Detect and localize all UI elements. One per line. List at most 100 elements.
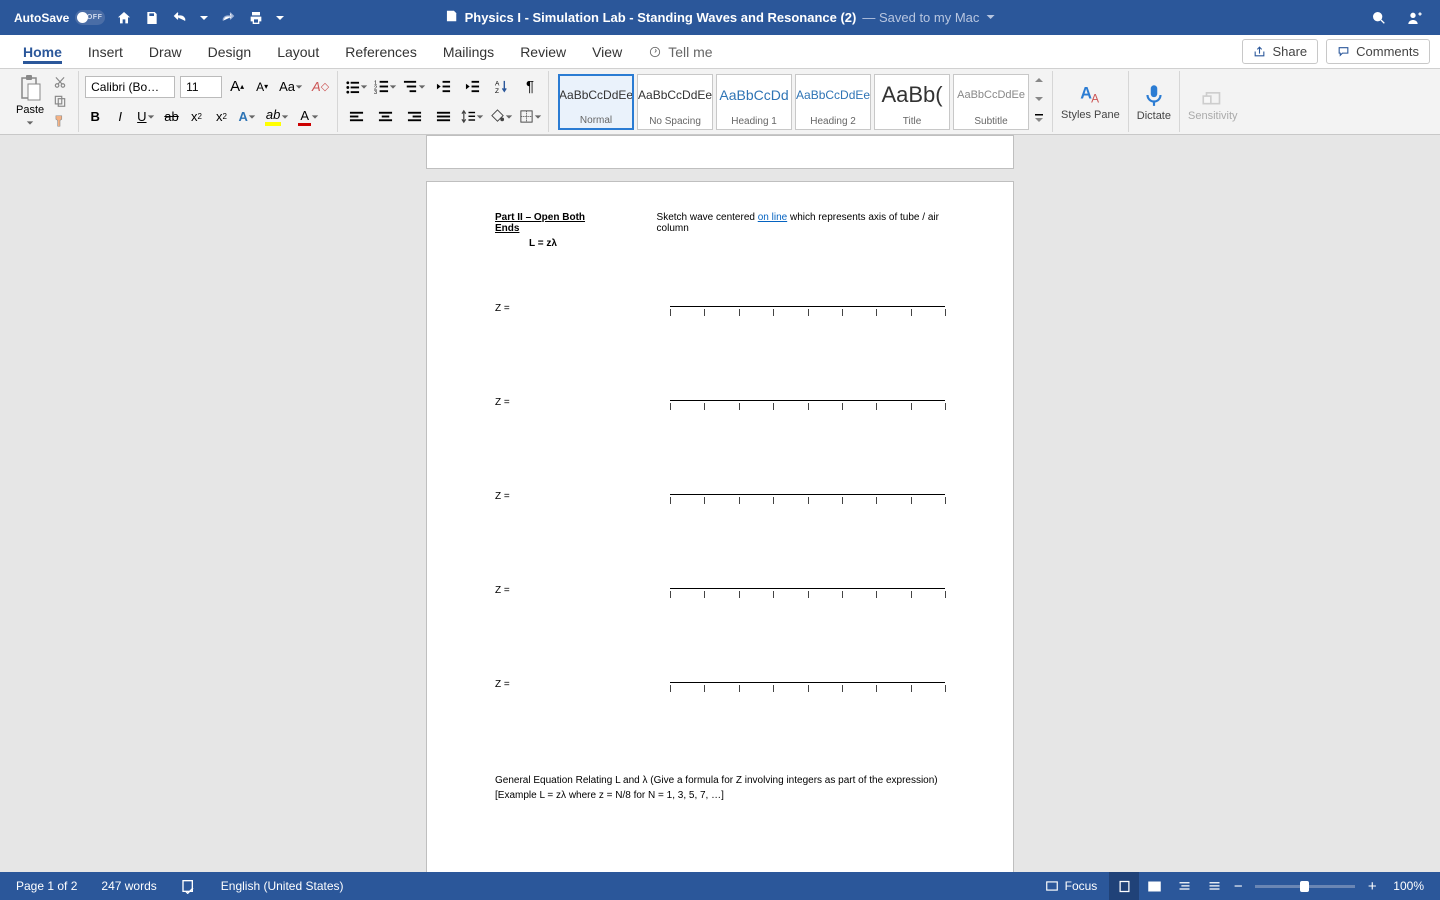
cut-button[interactable]: [50, 74, 70, 90]
z-row: Z =: [495, 303, 945, 319]
web-layout-view-button[interactable]: [1139, 872, 1169, 900]
align-center-button[interactable]: [373, 105, 397, 129]
on-line-link[interactable]: on line: [758, 212, 787, 223]
tab-mailings[interactable]: Mailings: [430, 35, 507, 68]
document-page[interactable]: Part II – Open Both Ends L = zλ Sketch w…: [426, 181, 1014, 872]
borders-button[interactable]: [518, 105, 542, 129]
home-icon[interactable]: [115, 9, 133, 27]
multilevel-list-button[interactable]: [402, 75, 426, 99]
group-font: A▴ A▾ Aa A◇ B I U ab x2 x2 A ab A: [79, 71, 338, 132]
tab-review[interactable]: Review: [507, 35, 579, 68]
superscript-button[interactable]: x2: [212, 106, 232, 128]
account-icon[interactable]: [1406, 9, 1424, 27]
outline-view-button[interactable]: [1169, 872, 1199, 900]
autosave-label: AutoSave: [14, 11, 69, 25]
search-icon[interactable]: [1370, 9, 1388, 27]
font-color-button[interactable]: A: [296, 106, 321, 128]
undo-dropdown-icon[interactable]: [199, 9, 209, 27]
shrink-font-button[interactable]: A▾: [252, 76, 272, 98]
title-bar: AutoSave OFF Physics I - Simulation Lab …: [0, 0, 1440, 35]
ribbon-home: Paste A▴ A▾ Aa A◇ B I U ab x2 x2 A ab A: [0, 69, 1440, 135]
status-bar: Page 1 of 2 247 words English (United St…: [0, 872, 1440, 900]
font-size-combo[interactable]: [180, 76, 222, 98]
align-left-button[interactable]: [344, 105, 368, 129]
redo-icon[interactable]: [219, 9, 237, 27]
style-tile-normal[interactable]: AaBbCcDdEeNormal: [558, 74, 634, 130]
tab-insert[interactable]: Insert: [75, 35, 136, 68]
document-canvas[interactable]: Part II – Open Both Ends L = zλ Sketch w…: [0, 135, 1440, 872]
italic-button[interactable]: I: [110, 106, 130, 128]
shading-button[interactable]: [489, 105, 513, 129]
styles-gallery[interactable]: AaBbCcDdEeNormalAaBbCcDdEeNo SpacingAaBb…: [555, 71, 1032, 132]
tab-design[interactable]: Design: [195, 35, 265, 68]
zoom-in-button[interactable]: +: [1363, 878, 1381, 895]
decrease-indent-button[interactable]: [431, 75, 455, 99]
page-number-status[interactable]: Page 1 of 2: [4, 879, 89, 893]
word-doc-icon: [445, 9, 459, 26]
dictate-button[interactable]: Dictate: [1129, 71, 1180, 132]
language-status[interactable]: English (United States): [209, 879, 356, 893]
share-button[interactable]: Share: [1242, 39, 1318, 64]
strikethrough-button[interactable]: ab: [162, 106, 182, 128]
tab-view[interactable]: View: [579, 35, 635, 68]
numbering-button[interactable]: 123: [373, 75, 397, 99]
svg-text:A: A: [494, 81, 499, 88]
wave-axis: [670, 491, 945, 507]
sensitivity-label: Sensitivity: [1188, 110, 1238, 122]
zoom-level[interactable]: 100%: [1381, 879, 1436, 893]
style-tile-no-spacing[interactable]: AaBbCcDdEeNo Spacing: [637, 74, 713, 130]
show-marks-button[interactable]: ¶: [518, 75, 542, 99]
word-count-status[interactable]: 247 words: [89, 879, 168, 893]
align-right-button[interactable]: [402, 105, 426, 129]
document-title[interactable]: Physics I - Simulation Lab - Standing Wa…: [445, 9, 996, 26]
bold-button[interactable]: B: [85, 106, 105, 128]
tab-home[interactable]: Home: [10, 35, 75, 68]
change-case-button[interactable]: Aa: [277, 76, 305, 98]
copy-button[interactable]: [50, 93, 70, 109]
sort-button[interactable]: AZ: [489, 75, 513, 99]
tab-draw[interactable]: Draw: [136, 35, 195, 68]
style-tile-title[interactable]: AaBb(Title: [874, 74, 950, 130]
style-tile-subtitle[interactable]: AaBbCcDdEeSubtitle: [953, 74, 1029, 130]
style-tile-heading-2[interactable]: AaBbCcDdEeHeading 2: [795, 74, 871, 130]
section-equation: L = zλ: [529, 238, 602, 249]
print-icon[interactable]: [247, 9, 265, 27]
style-tile-heading-1[interactable]: AaBbCcDdHeading 1: [716, 74, 792, 130]
tell-me-search[interactable]: Tell me: [635, 44, 712, 60]
zoom-slider[interactable]: [1255, 885, 1355, 888]
styles-pane-button[interactable]: AA Styles Pane: [1053, 71, 1129, 132]
autosave-toggle[interactable]: AutoSave OFF: [14, 10, 105, 25]
gallery-more-icon[interactable]: [1032, 111, 1046, 125]
share-label: Share: [1272, 44, 1307, 59]
spellcheck-status[interactable]: [169, 878, 209, 894]
zoom-out-button[interactable]: −: [1229, 878, 1247, 895]
styles-gallery-nav[interactable]: [1032, 71, 1046, 127]
font-name-combo[interactable]: [85, 76, 175, 98]
undo-icon[interactable]: [171, 9, 189, 27]
focus-mode-button[interactable]: Focus: [1033, 879, 1110, 893]
draft-view-button[interactable]: [1199, 872, 1229, 900]
underline-button[interactable]: U: [135, 106, 156, 128]
tab-references[interactable]: References: [332, 35, 430, 68]
text-effects-button[interactable]: A: [237, 106, 258, 128]
gallery-up-icon[interactable]: [1032, 73, 1046, 87]
increase-indent-button[interactable]: [460, 75, 484, 99]
tab-layout[interactable]: Layout: [264, 35, 332, 68]
comments-button[interactable]: Comments: [1326, 39, 1430, 64]
wave-axis: [670, 679, 945, 695]
bullets-button[interactable]: [344, 75, 368, 99]
highlight-button[interactable]: ab: [263, 106, 291, 128]
format-painter-button[interactable]: [50, 113, 70, 129]
toggle-switch[interactable]: OFF: [75, 10, 105, 25]
gallery-down-icon[interactable]: [1032, 92, 1046, 106]
line-spacing-button[interactable]: [460, 105, 484, 129]
qat-customize-icon[interactable]: [275, 9, 285, 27]
save-icon[interactable]: [143, 9, 161, 27]
paste-button[interactable]: Paste: [12, 71, 48, 132]
zoom-thumb[interactable]: [1300, 881, 1309, 892]
clear-formatting-button[interactable]: A◇: [310, 76, 331, 98]
print-layout-view-button[interactable]: [1109, 872, 1139, 900]
subscript-button[interactable]: x2: [187, 106, 207, 128]
justify-button[interactable]: [431, 105, 455, 129]
grow-font-button[interactable]: A▴: [227, 76, 247, 98]
